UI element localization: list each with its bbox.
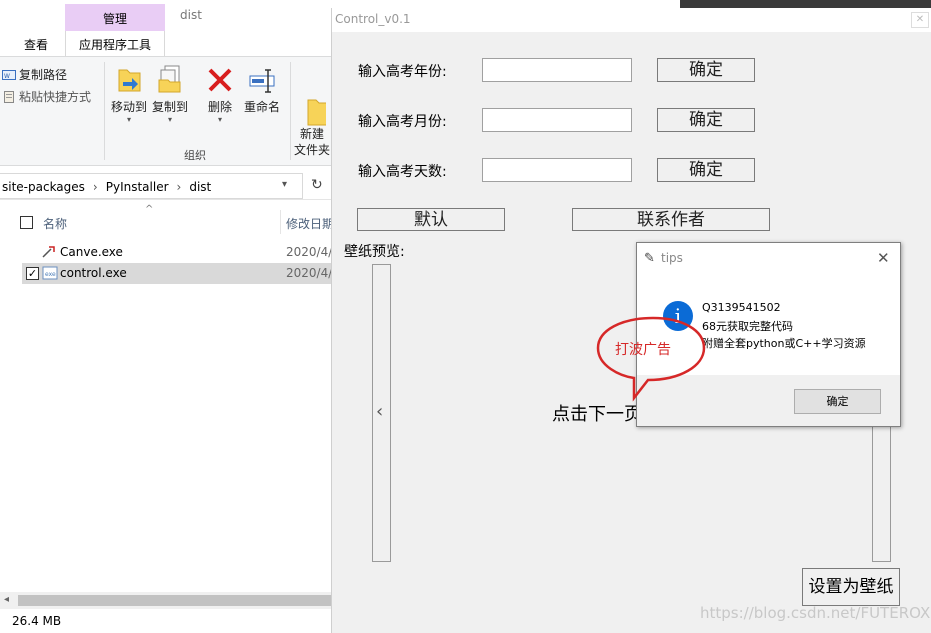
year-label: 输入高考年份:	[358, 64, 447, 80]
day-input[interactable]	[482, 158, 632, 182]
speech-bubble-annotation	[596, 316, 706, 402]
tab-view[interactable]: 查看	[24, 36, 48, 53]
rename-label: 重命名	[243, 100, 280, 114]
delete-icon	[206, 64, 234, 92]
tips-message-line: 68元获取完整代码	[702, 320, 793, 333]
move-to-icon	[115, 64, 143, 92]
paste-shortcut-button[interactable]: 粘贴快捷方式	[2, 88, 91, 105]
select-all-checkbox[interactable]	[20, 216, 33, 229]
tips-ok-button[interactable]: 确定	[794, 389, 881, 414]
file-name: control.exe	[60, 266, 127, 280]
column-name-header[interactable]: 名称	[43, 215, 67, 232]
paste-shortcut-icon	[2, 91, 16, 103]
new-folder-icon	[298, 80, 330, 126]
copy-to-label: 复制到	[151, 100, 188, 114]
annotation-text: 打波广告	[615, 342, 671, 358]
exe-file-icon: exe	[42, 266, 58, 280]
contact-author-button[interactable]: 联系作者	[572, 208, 770, 231]
chevron-left-icon: ‹	[376, 401, 384, 422]
copy-path-button[interactable]: W 复制路径	[2, 66, 67, 83]
rename-icon	[248, 64, 276, 93]
paste-shortcut-label: 粘贴快捷方式	[19, 90, 92, 104]
scroll-left-icon[interactable]: ◂	[4, 594, 9, 605]
column-header-row: ^ 名称 修改日期	[0, 204, 331, 236]
month-input[interactable]	[482, 108, 632, 132]
scrollbar-thumb[interactable]	[18, 595, 331, 606]
file-name: Canve.exe	[60, 245, 123, 259]
refresh-icon[interactable]: ↻	[311, 177, 323, 193]
ribbon-tab-strip: 管理 查看 应用程序工具 dist	[0, 0, 331, 56]
context-group-label: 管理	[102, 12, 127, 26]
column-divider[interactable]	[280, 210, 281, 234]
set-wallpaper-button[interactable]: 设置为壁纸	[802, 568, 900, 606]
new-folder-label: 新建 文件夹	[293, 127, 330, 157]
delete-button[interactable]: 删除 ▾	[198, 64, 242, 124]
file-row-control[interactable]: ✓ exe control.exe 2020/4/	[22, 263, 331, 284]
horizontal-scrollbar[interactable]: ◂	[0, 592, 331, 609]
tab-application-tools[interactable]: 应用程序工具	[79, 36, 151, 53]
breadcrumb-site-packages[interactable]: site-packages	[2, 180, 85, 194]
tips-message-line: 附赠全套python或C++学习资源	[702, 337, 866, 350]
copy-to-button[interactable]: 复制到 ▾	[148, 64, 192, 124]
tips-close-icon[interactable]: ✕	[877, 249, 890, 267]
breadcrumb-chevron-icon: ›	[92, 180, 98, 194]
tips-titlebar: ✎ tips ✕	[637, 243, 900, 275]
tips-title: tips	[661, 251, 683, 265]
app-close-icon[interactable]: ✕	[911, 12, 929, 28]
file-explorer-window: 管理 查看 应用程序工具 dist W 复制路径 粘贴快捷方式 移动到 ▾ 复制…	[0, 0, 331, 633]
breadcrumb: site-packages › PyInstaller › dist	[2, 180, 211, 194]
file-date: 2020/4/	[286, 245, 331, 259]
ribbon-separator-2	[290, 62, 291, 160]
year-input[interactable]	[482, 58, 632, 82]
address-bar: site-packages › PyInstaller › dist ▾ ↻	[0, 172, 331, 200]
copy-path-label: 复制路径	[19, 68, 68, 82]
ribbon-group-label: 组织	[184, 149, 206, 162]
svg-text:W: W	[4, 73, 10, 80]
copy-path-icon: W	[2, 69, 16, 81]
delete-label: 删除	[207, 100, 232, 114]
svg-text:exe: exe	[45, 271, 56, 278]
window-title: dist	[180, 8, 202, 22]
month-confirm-button[interactable]: 确定	[657, 108, 755, 132]
file-row-checkbox[interactable]: ✓	[26, 267, 39, 280]
app-title: Control_v0.1	[335, 12, 411, 26]
address-dropdown-icon[interactable]: ▾	[282, 179, 287, 190]
move-to-label: 移动到	[110, 100, 147, 114]
ribbon-separator	[104, 62, 105, 160]
tips-message-line: Q3139541502	[702, 301, 781, 314]
new-folder-button[interactable]: 新建 文件夹	[292, 64, 331, 158]
exe-file-icon	[40, 245, 56, 259]
day-confirm-button[interactable]: 确定	[657, 158, 755, 182]
file-row-canve[interactable]: Canve.exe 2020/4/	[22, 242, 331, 263]
sort-ascending-icon: ^	[145, 204, 154, 215]
column-date-header[interactable]: 修改日期	[286, 215, 331, 232]
year-confirm-button[interactable]: 确定	[657, 58, 755, 82]
copy-to-icon	[156, 64, 184, 93]
watermark: https://blog.csdn.net/FUTEROX	[700, 604, 931, 622]
breadcrumb-pyinstaller[interactable]: PyInstaller	[106, 180, 169, 194]
app-titlebar: Control_v0.1 ✕	[332, 8, 931, 32]
breadcrumb-chevron-icon: ›	[176, 180, 182, 194]
context-tab-group: 管理	[65, 4, 165, 32]
wallpaper-preview-label: 壁纸预览:	[344, 244, 405, 260]
address-box[interactable]: site-packages › PyInstaller › dist ▾	[0, 173, 303, 199]
move-to-button[interactable]: 移动到 ▾	[107, 64, 151, 124]
status-bar: 26.4 MB	[0, 609, 331, 633]
month-label: 输入高考月份:	[358, 114, 447, 130]
rename-button[interactable]: 重命名	[240, 64, 284, 115]
background-desktop-strip	[680, 0, 931, 8]
default-button[interactable]: 默认	[357, 208, 505, 231]
breadcrumb-dist[interactable]: dist	[189, 180, 211, 194]
feather-icon: ✎	[644, 251, 655, 266]
day-label: 输入高考天数:	[358, 164, 447, 180]
status-size: 26.4 MB	[12, 614, 62, 628]
prev-page-button[interactable]: ‹	[372, 264, 391, 562]
file-date: 2020/4/	[286, 266, 331, 280]
